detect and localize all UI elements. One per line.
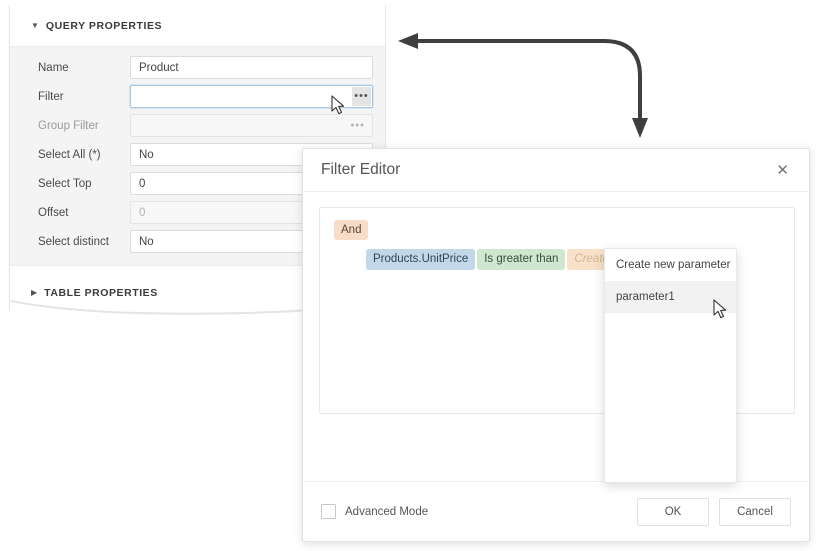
parameter-dropdown-popup: Create new parameter parameter1 xyxy=(604,248,737,483)
label-select-all: Select All (*) xyxy=(22,149,130,161)
annotation-arrow-icon xyxy=(392,22,660,144)
dialog-button-group: OK Cancel xyxy=(637,498,791,526)
chevron-right-icon: ▶ xyxy=(31,289,37,297)
property-row-filter: Filter ••• xyxy=(22,85,373,108)
filter-group-row: And xyxy=(334,220,780,240)
filter-editor-header: Filter Editor ✕ xyxy=(303,149,809,192)
annotation-arrow xyxy=(392,22,660,149)
filter-editor-footer: Advanced Mode OK Cancel xyxy=(303,481,809,541)
label-select-top: Select Top xyxy=(22,178,130,190)
screen-root: ▼ QUERY PROPERTIES Name Product Filter •… xyxy=(0,0,816,551)
input-group-filter: ••• xyxy=(130,114,373,137)
close-icon[interactable]: ✕ xyxy=(772,161,793,180)
filter-ellipsis-button[interactable]: ••• xyxy=(352,87,371,106)
query-properties-header[interactable]: ▼ QUERY PROPERTIES xyxy=(10,5,385,47)
dropdown-item-create-new-parameter[interactable]: Create new parameter xyxy=(605,249,736,281)
chevron-down-icon: ▼ xyxy=(31,22,39,30)
property-row-group-filter: Group Filter ••• xyxy=(22,114,373,137)
filter-operator-tag[interactable]: Is greater than xyxy=(477,249,565,269)
filter-field-tag[interactable]: Products.UnitPrice xyxy=(366,249,475,269)
ok-button[interactable]: OK xyxy=(637,498,709,526)
label-offset: Offset xyxy=(22,207,130,219)
group-filter-ellipsis-icon: ••• xyxy=(350,120,365,131)
advanced-mode-label: Advanced Mode xyxy=(345,506,428,518)
advanced-mode-toggle[interactable]: Advanced Mode xyxy=(321,504,428,519)
dropdown-item-parameter1[interactable]: parameter1 xyxy=(605,281,736,313)
label-group-filter: Group Filter xyxy=(22,120,130,132)
property-row-name: Name Product xyxy=(22,56,373,79)
advanced-mode-checkbox[interactable] xyxy=(321,504,336,519)
cancel-button[interactable]: Cancel xyxy=(719,498,791,526)
input-name[interactable]: Product xyxy=(130,56,373,79)
filter-group-operator[interactable]: And xyxy=(334,220,368,240)
input-filter[interactable]: ••• xyxy=(130,85,373,108)
label-select-distinct: Select distinct xyxy=(22,236,130,248)
label-filter: Filter xyxy=(22,91,130,103)
table-properties-title: TABLE PROPERTIES xyxy=(44,287,158,299)
filter-editor-title: Filter Editor xyxy=(321,161,400,179)
label-name: Name xyxy=(22,62,130,74)
query-properties-title: QUERY PROPERTIES xyxy=(46,20,162,32)
